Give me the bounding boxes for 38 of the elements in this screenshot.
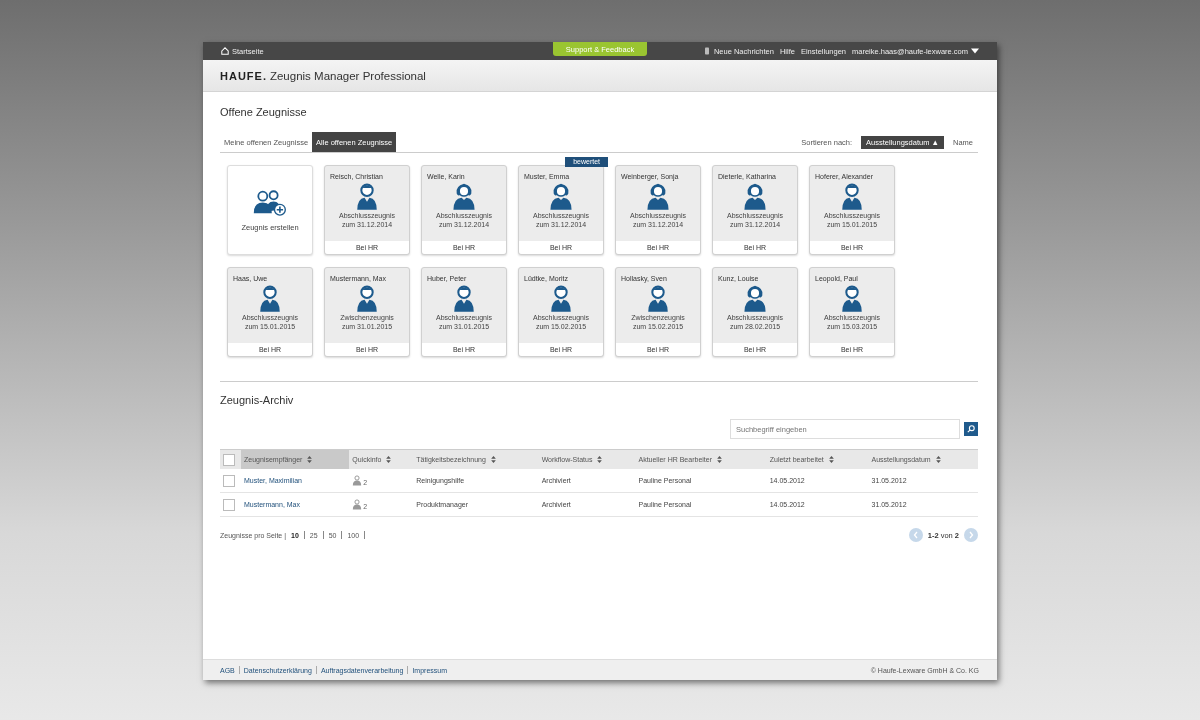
chevron-left-icon [912,531,919,539]
previous-button[interactable] [908,528,923,542]
checkbox[interactable] [223,474,235,487]
woman-icon [451,182,477,210]
next-button[interactable] [964,528,978,542]
home-icon [221,47,229,55]
sort-icon [386,456,392,463]
sort-icon [490,456,496,463]
woman-icon [548,182,574,210]
checkbox[interactable] [223,498,235,511]
product-title: Zeugnis Manager Professional [269,69,426,82]
woman-icon [742,284,768,312]
sort-icon [597,456,603,463]
sort-icon [935,456,941,463]
chevron-right-icon [968,531,974,539]
man-icon [257,284,283,312]
man-icon [354,182,380,210]
add-people-icon [252,188,288,217]
man-icon [548,284,574,312]
section-title: Zeugnis-Archiv [220,394,295,408]
man-icon [839,182,865,210]
section-title: Offene Zeugnisse [220,106,308,120]
caret-icon [971,47,979,55]
person-icon [352,474,363,486]
sort-icon [307,456,313,463]
woman-icon [742,182,768,210]
person-icon [352,498,363,510]
man-icon [645,284,671,312]
woman-icon [645,182,671,210]
man-icon [451,284,477,312]
sort-icon [828,456,834,463]
search-icon [967,425,975,433]
sort-icon [717,456,722,463]
checkbox[interactable] [223,453,235,466]
logo: HAUFE. [220,69,267,82]
man-icon [354,284,380,312]
man-icon [839,284,865,312]
search-button[interactable] [964,422,978,436]
